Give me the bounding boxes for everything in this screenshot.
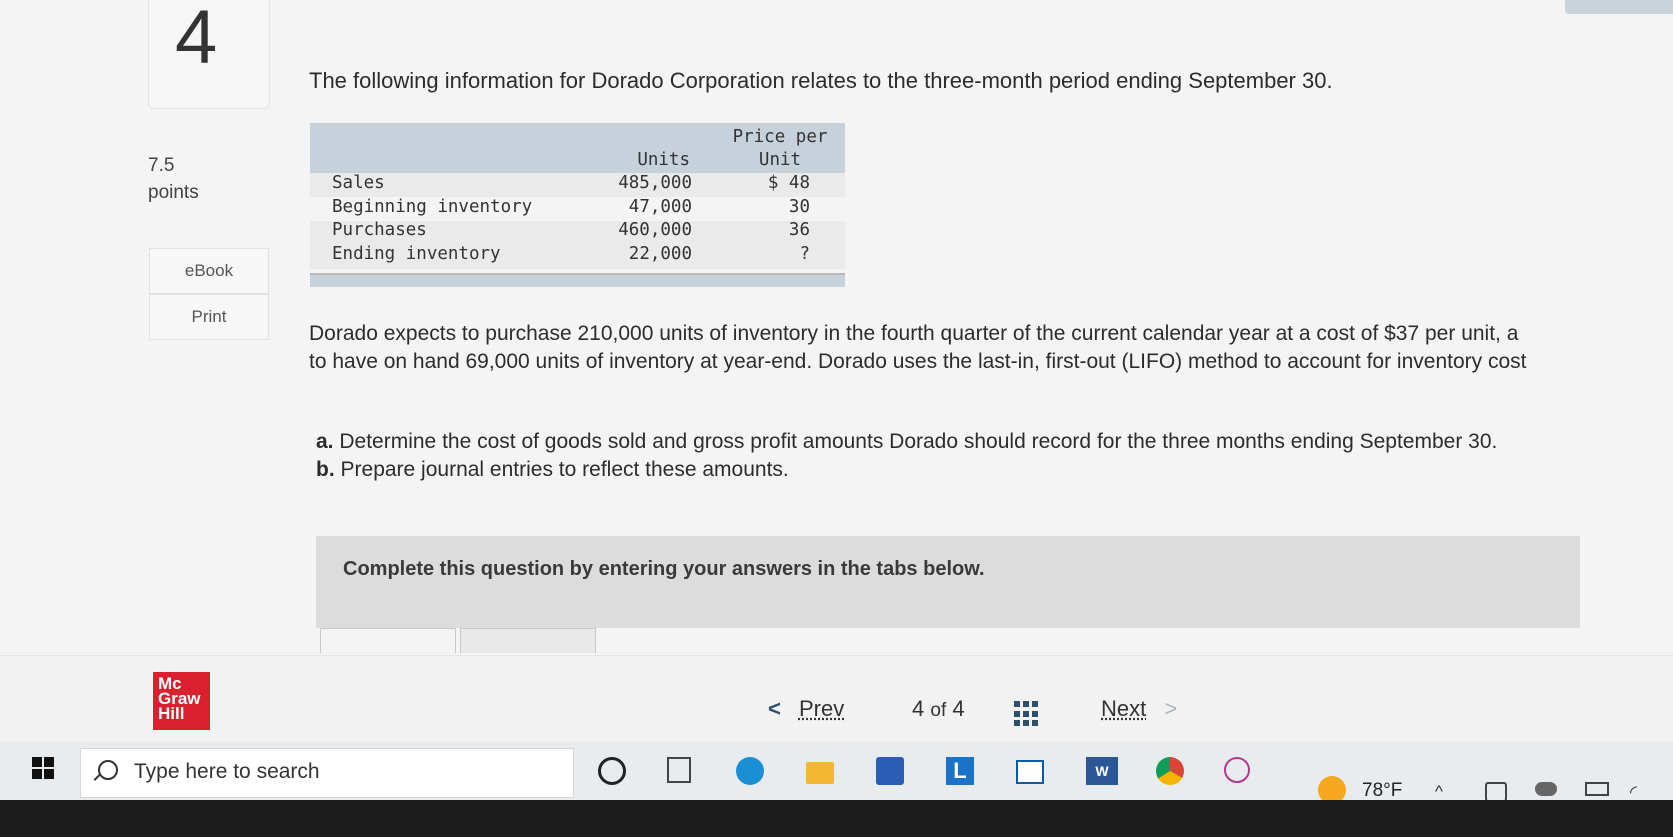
file-explorer-icon[interactable] xyxy=(806,762,834,784)
chevron-right-icon: > xyxy=(1164,696,1178,721)
points-info: 7.5 points xyxy=(148,152,199,206)
windows-start-icon[interactable] xyxy=(32,757,54,779)
row-label: Sales xyxy=(332,173,385,193)
row-label: Ending inventory xyxy=(332,244,501,264)
chrome-icon[interactable] xyxy=(1156,757,1184,785)
row-units: 460,000 xyxy=(618,220,692,240)
cortana-icon[interactable] xyxy=(598,757,626,785)
points-value: 7.5 xyxy=(148,155,175,176)
col-header-price-line1: Price per xyxy=(732,127,828,147)
network-error-icon[interactable] xyxy=(1535,782,1557,796)
col-header-units: Units xyxy=(637,150,690,170)
snip-tool-icon[interactable] xyxy=(1224,757,1250,783)
inventory-table: Price per Unit Units Sales 485,000 $ 48 … xyxy=(310,123,845,287)
row-label: Beginning inventory xyxy=(332,197,533,217)
table-footer xyxy=(310,273,845,287)
print-button[interactable]: Print xyxy=(149,294,269,340)
row-units: 485,000 xyxy=(618,173,692,193)
instructions-text: Complete this question by entering your … xyxy=(343,558,985,580)
paragraph-line: to have on hand 69,000 units of inventor… xyxy=(309,350,1527,373)
edge-browser-icon[interactable] xyxy=(736,757,764,785)
tab-required-b[interactable] xyxy=(460,628,596,653)
paragraph-line: Dorado expects to purchase 210,000 units… xyxy=(309,322,1519,345)
top-tab[interactable] xyxy=(1565,0,1673,14)
tab-required-a[interactable] xyxy=(320,628,456,653)
mail-icon[interactable] xyxy=(1016,760,1044,784)
prev-button[interactable]: < Prev xyxy=(768,696,844,722)
requirements-list: a. Determine the cost of goods sold and … xyxy=(316,428,1497,484)
meet-now-icon[interactable] xyxy=(1485,782,1507,802)
question-paragraph: Dorado expects to purchase 210,000 units… xyxy=(309,320,1527,376)
next-button[interactable]: Next > xyxy=(1101,696,1177,722)
requirement-b: b. Prepare journal entries to reflect th… xyxy=(316,458,789,481)
next-label: Next xyxy=(1101,696,1147,721)
word-icon[interactable]: W xyxy=(1086,757,1118,785)
question-number: 4 xyxy=(175,0,218,80)
chevron-up-icon[interactable]: ^ xyxy=(1435,782,1443,802)
task-view-icon[interactable] xyxy=(667,757,691,783)
row-price: 36 xyxy=(788,220,810,240)
question-page: 4 7.5 points eBook Print The following i… xyxy=(0,0,1673,740)
lockdown-browser-icon[interactable]: L xyxy=(946,757,974,785)
row-units: 22,000 xyxy=(628,244,692,264)
screen-bezel xyxy=(0,800,1673,837)
battery-icon[interactable] xyxy=(1585,782,1609,796)
page-indicator: 4 of 4 xyxy=(912,696,965,721)
search-placeholder: Type here to search xyxy=(134,760,320,783)
requirement-a: a. Determine the cost of goods sold and … xyxy=(316,430,1498,453)
question-intro: The following information for Dorado Cor… xyxy=(309,68,1333,93)
weather-temperature[interactable]: 78°F xyxy=(1362,780,1402,802)
prev-label: Prev xyxy=(798,696,845,721)
question-grid-icon[interactable] xyxy=(1014,701,1040,727)
search-icon xyxy=(98,760,118,780)
row-price: 30 xyxy=(788,197,810,217)
col-header-price-line2: Unit xyxy=(758,150,802,170)
ebook-button[interactable]: eBook xyxy=(149,248,269,294)
points-label: points xyxy=(148,182,199,203)
row-label: Purchases xyxy=(332,220,427,240)
store-icon[interactable] xyxy=(876,757,904,785)
instructions-banner xyxy=(316,536,1580,628)
row-price: ? xyxy=(799,244,810,264)
row-price: $ 48 xyxy=(767,173,810,193)
chevron-left-icon: < xyxy=(768,696,781,721)
row-units: 47,000 xyxy=(628,197,692,217)
mcgraw-hill-logo: Mc Graw Hill xyxy=(153,672,210,730)
